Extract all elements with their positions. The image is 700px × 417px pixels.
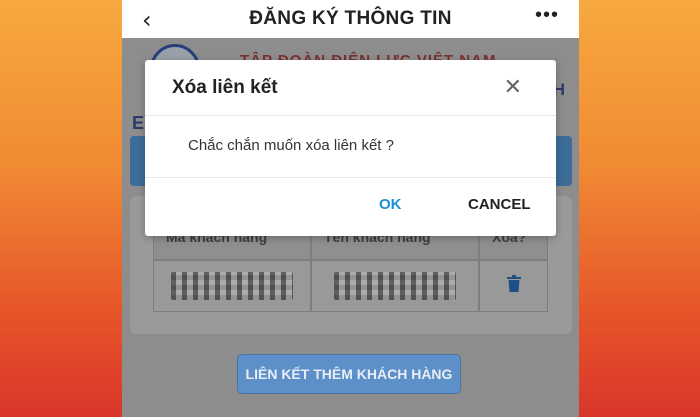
delete-cell xyxy=(479,260,548,312)
dialog-message: Chắc chắn muốn xóa liên kết ? xyxy=(188,137,394,154)
delete-link-dialog: Xóa liên kết ✕ Chắc chắn muốn xóa liên k… xyxy=(145,60,556,236)
table-row xyxy=(153,260,548,312)
top-bar: ‹ ĐĂNG KÝ THÔNG TIN ••• xyxy=(122,0,579,38)
redacted-customer-name xyxy=(334,272,456,300)
dialog-title: Xóa liên kết xyxy=(172,77,278,98)
customer-code-cell xyxy=(153,260,311,312)
section-heading-fragment: E xyxy=(132,113,145,133)
customer-name-cell xyxy=(311,260,479,312)
dialog-body: Chắc chắn muốn xóa liên kết ? xyxy=(145,116,556,178)
ok-button[interactable]: OK xyxy=(379,196,402,213)
more-horizontal-icon[interactable]: ••• xyxy=(535,4,559,27)
dialog-footer: OK CANCEL xyxy=(145,178,556,234)
redacted-customer-code xyxy=(171,272,293,300)
dialog-header: Xóa liên kết ✕ xyxy=(145,60,556,116)
trash-icon[interactable] xyxy=(506,275,521,297)
cancel-button[interactable]: CANCEL xyxy=(468,196,531,213)
link-more-customer-button[interactable]: LIÊN KẾT THÊM KHÁCH HÀNG xyxy=(237,354,461,394)
page-title: ĐĂNG KÝ THÔNG TIN xyxy=(249,8,452,29)
close-icon[interactable]: ✕ xyxy=(504,75,522,100)
chevron-left-icon[interactable]: ‹ xyxy=(142,6,152,34)
